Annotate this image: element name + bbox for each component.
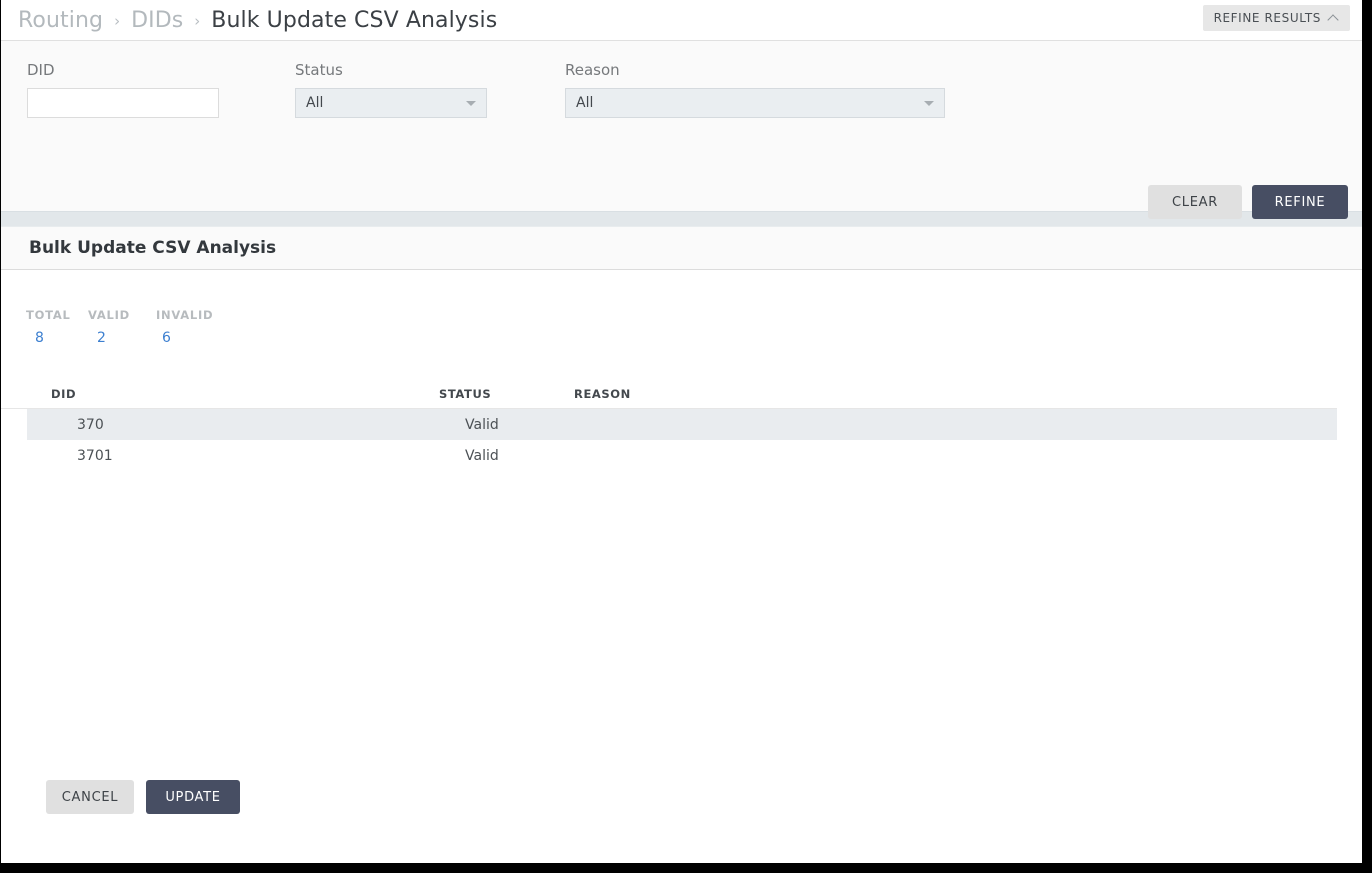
app-viewport: Routing › DIDs › Bulk Update CSV Analysi…: [1, 0, 1362, 863]
column-header-status: STATUS: [439, 387, 492, 401]
did-filter-label: DID: [27, 61, 55, 79]
chevron-down-icon: [466, 100, 476, 106]
column-header-reason: REASON: [574, 387, 631, 401]
breadcrumb-item-dids[interactable]: DIDs: [131, 8, 183, 33]
update-button[interactable]: UPDATE: [146, 780, 240, 814]
table-row[interactable]: 370 Valid: [27, 409, 1337, 440]
stat-valid: VALID 2: [88, 308, 156, 346]
stat-invalid-label: INVALID: [156, 308, 214, 322]
filter-fields-row: DID Status All Reason All: [1, 61, 1362, 118]
refine-button[interactable]: REFINE: [1252, 185, 1348, 219]
analysis-table: DID STATUS REASON 370 Valid 3701 Valid: [1, 380, 1362, 471]
page-title: Bulk Update CSV Analysis: [29, 238, 277, 258]
status-select[interactable]: All: [295, 88, 487, 118]
stat-total-value[interactable]: 8: [26, 330, 53, 346]
table-row[interactable]: 3701 Valid: [27, 440, 1337, 471]
results-panel-header: Bulk Update CSV Analysis: [1, 227, 1362, 270]
stat-total-label: TOTAL: [26, 308, 71, 322]
footer-action-bar: CANCEL UPDATE: [1, 767, 1362, 827]
breadcrumb-bar: Routing › DIDs › Bulk Update CSV Analysi…: [1, 0, 1362, 41]
filter-actions: CLEAR REFINE: [1148, 185, 1348, 219]
status-filter-label: Status: [295, 61, 343, 79]
chevron-down-icon: [924, 100, 934, 106]
chevron-up-icon: [1329, 13, 1339, 23]
cell-status: Valid: [465, 416, 499, 433]
stats-summary: TOTAL 8 VALID 2 INVALID 6: [1, 308, 1362, 346]
cell-did: 3701: [77, 447, 113, 464]
cell-did: 370: [77, 416, 104, 433]
reason-filter-label: Reason: [565, 61, 620, 79]
reason-select-value: All: [576, 95, 594, 111]
did-input[interactable]: [27, 88, 219, 118]
stat-valid-label: VALID: [88, 308, 130, 322]
stat-invalid-value[interactable]: 6: [156, 330, 183, 346]
breadcrumb-separator: ›: [194, 12, 201, 30]
cell-status: Valid: [465, 447, 499, 464]
status-filter-group: Status All: [295, 61, 565, 118]
stat-total: TOTAL 8: [26, 308, 88, 346]
refine-results-label: REFINE RESULTS: [1213, 11, 1321, 25]
status-select-value: All: [306, 95, 324, 111]
clear-button[interactable]: CLEAR: [1148, 185, 1242, 219]
breadcrumb-separator: ›: [114, 12, 121, 30]
did-filter-group: DID: [27, 61, 295, 118]
stat-invalid: INVALID 6: [156, 308, 236, 346]
cancel-button[interactable]: CANCEL: [46, 780, 134, 814]
breadcrumb-item-routing[interactable]: Routing: [18, 8, 103, 33]
breadcrumb-item-current: Bulk Update CSV Analysis: [211, 7, 498, 33]
reason-select[interactable]: All: [565, 88, 945, 118]
stat-valid-value[interactable]: 2: [88, 330, 115, 346]
refine-results-toggle[interactable]: REFINE RESULTS: [1202, 5, 1350, 31]
table-header-row: DID STATUS REASON: [1, 380, 1337, 409]
reason-filter-group: Reason All: [565, 61, 945, 118]
column-header-did: DID: [51, 387, 77, 401]
results-panel-body: TOTAL 8 VALID 2 INVALID 6 DID STATUS REA…: [1, 270, 1362, 827]
filter-panel: DID Status All Reason All CLEAR REFINE: [1, 41, 1362, 219]
